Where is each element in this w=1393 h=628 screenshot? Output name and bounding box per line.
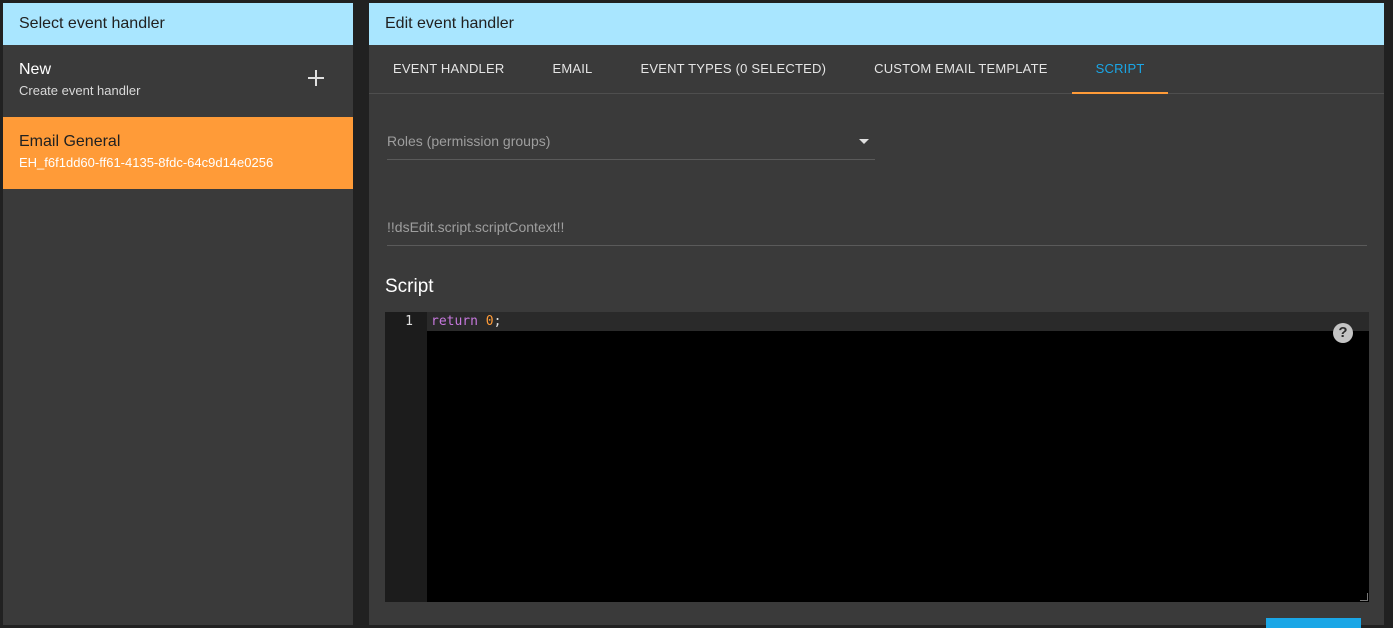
tab-bar: EVENT HANDLER EMAIL EVENT TYPES (0 SELEC… bbox=[369, 45, 1384, 94]
edit-event-handler-panel: Edit event handler EVENT HANDLER EMAIL E… bbox=[369, 3, 1384, 628]
dropdown-arrow-icon bbox=[859, 139, 869, 144]
event-handler-list-panel: Select event handler New Create event ha… bbox=[3, 3, 353, 625]
tab-email[interactable]: EMAIL bbox=[528, 45, 616, 93]
script-editor[interactable]: 1 return 0; ? bbox=[385, 312, 1369, 602]
panel-header-edit: Edit event handler bbox=[369, 3, 1384, 45]
list-item-email-general[interactable]: Email General EH_f6f1dd60-ff61-4135-8fdc… bbox=[3, 117, 353, 189]
code-line[interactable]: return 0; bbox=[431, 314, 501, 330]
panel-header-select: Select event handler bbox=[3, 3, 353, 45]
roles-placeholder: Roles (permission groups) bbox=[387, 133, 551, 149]
code-keyword: return bbox=[431, 314, 478, 329]
list-item-new[interactable]: New Create event handler bbox=[3, 45, 353, 117]
tab-event-types[interactable]: EVENT TYPES (0 SELECTED) bbox=[616, 45, 850, 93]
save-button[interactable] bbox=[1266, 618, 1361, 628]
plus-icon bbox=[308, 70, 324, 86]
script-heading: Script bbox=[385, 276, 434, 297]
roles-select[interactable]: Roles (permission groups) bbox=[387, 133, 875, 160]
editor-gutter: 1 bbox=[385, 312, 427, 602]
list-item-primary: New bbox=[19, 61, 52, 78]
code-punctuation: ; bbox=[493, 314, 502, 329]
list-item-primary: Email General bbox=[19, 133, 121, 150]
add-handler-button[interactable] bbox=[301, 63, 331, 93]
help-icon[interactable]: ? bbox=[1333, 323, 1353, 343]
active-line-highlight bbox=[427, 312, 1369, 331]
resize-handle[interactable] bbox=[1360, 593, 1368, 601]
script-context-placeholder: !!dsEdit.script.scriptContext!! bbox=[387, 219, 565, 235]
tab-script[interactable]: SCRIPT bbox=[1071, 45, 1169, 94]
code-number: 0 bbox=[485, 314, 494, 329]
list-item-secondary: Create event handler bbox=[19, 83, 141, 98]
tab-custom-email-template[interactable]: CUSTOM EMAIL TEMPLATE bbox=[850, 45, 1071, 93]
script-context-field[interactable]: !!dsEdit.script.scriptContext!! bbox=[387, 219, 1367, 246]
list-item-secondary: EH_f6f1dd60-ff61-4135-8fdc-64c9d14e0256 bbox=[19, 155, 274, 170]
line-number: 1 bbox=[405, 314, 413, 329]
tab-event-handler[interactable]: EVENT HANDLER bbox=[369, 45, 528, 93]
